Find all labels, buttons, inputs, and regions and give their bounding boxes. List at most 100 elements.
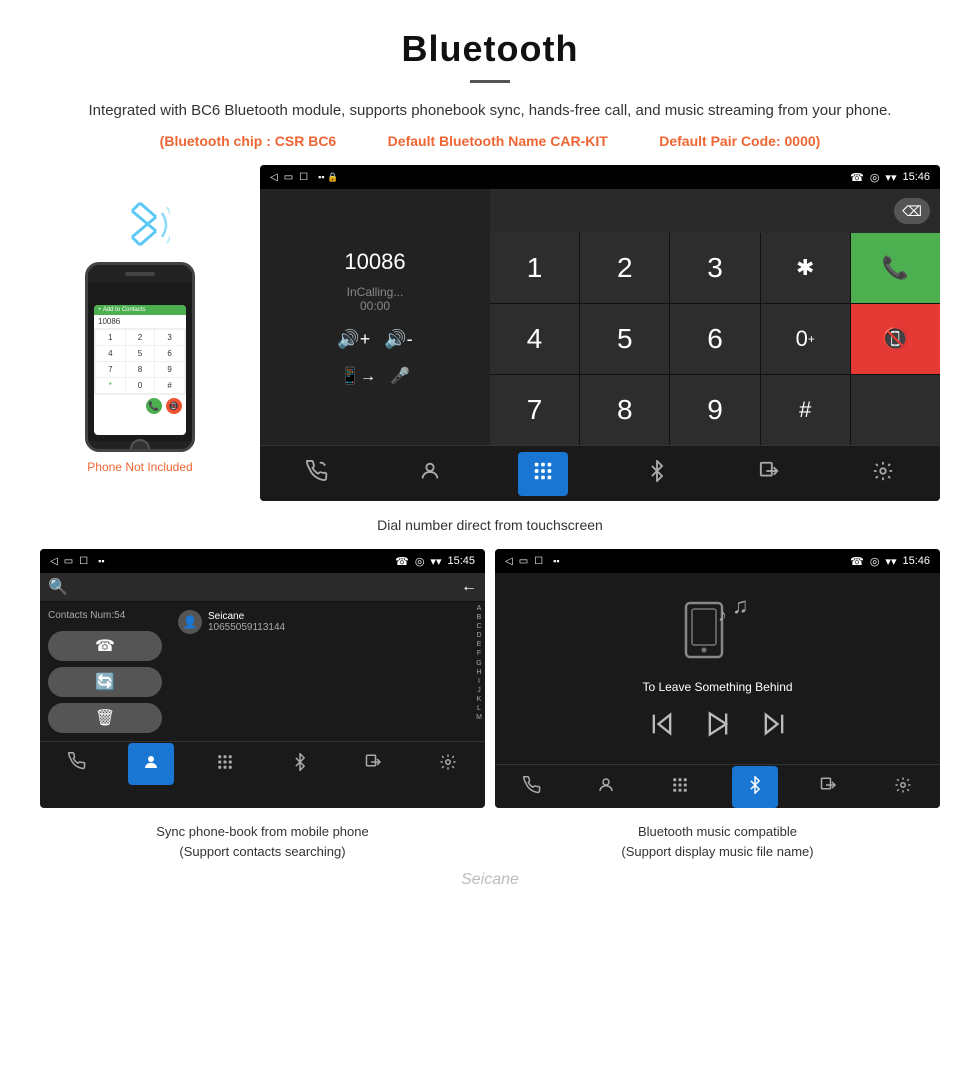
alpha-l[interactable]: L [473, 704, 485, 713]
nav-contacts[interactable] [405, 452, 455, 496]
bottom-captions: Sync phone-book from mobile phone(Suppor… [40, 816, 940, 867]
alpha-k[interactable]: K [473, 695, 485, 704]
nav-settings[interactable] [858, 452, 908, 496]
music-nav-settings[interactable] [880, 766, 926, 808]
nav-dialpad[interactable] [518, 452, 568, 496]
title-divider [470, 80, 510, 83]
pb-back: ◁ [50, 556, 58, 567]
key-9[interactable]: 9 [670, 375, 759, 445]
alpha-f[interactable]: F [473, 649, 485, 658]
music-song-title: To Leave Something Behind [642, 680, 792, 694]
pb-left-actions: Contacts Num:54 ☎ 🔄 🗑 [40, 602, 170, 741]
alpha-h[interactable]: H [473, 668, 485, 677]
pb-sync-btn[interactable]: 🔄 [48, 667, 162, 697]
search-icon: 🔍 [48, 577, 68, 597]
phone-mockup-screen: + Add to Contacts 10086 123 456 789 *0# … [94, 305, 186, 435]
pb-home: ▭ [64, 556, 73, 567]
key-0plus[interactable]: 0+ [761, 304, 850, 374]
phonebook-caption: Sync phone-book from mobile phone(Suppor… [40, 816, 485, 867]
music-nav-transfer[interactable] [806, 766, 852, 808]
nav-transfer[interactable] [745, 452, 795, 496]
music-caption: Bluetooth music compatible(Support displ… [495, 816, 940, 867]
pb-loc-icon: ◎ [415, 555, 425, 568]
bt-name: Default Bluetooth Name CAR-KIT [388, 133, 608, 149]
music-screen: ◁ ▭ ☐ ▪▪ ☎ ◎ ▾▾ 15:46 [495, 549, 940, 808]
pb-nav-call[interactable] [54, 744, 100, 783]
alpha-c[interactable]: C [473, 622, 485, 631]
key-4[interactable]: 4 [490, 304, 579, 374]
key-hash[interactable]: # [761, 375, 850, 445]
location-icon: ◎ [870, 171, 880, 184]
alpha-a[interactable]: A [473, 604, 485, 613]
contact-avatar: 👤 [178, 610, 202, 634]
backspace-button[interactable]: ⌫ [894, 198, 930, 224]
phone-transfer-btn[interactable]: 📱→ [340, 366, 376, 386]
music-wifi-icon: ▾▾ [885, 555, 896, 568]
recents-icon: ☐ [299, 172, 308, 183]
phone-not-included-label: Phone Not Included [87, 460, 192, 474]
alpha-b[interactable]: B [473, 613, 485, 622]
pb-nav-dialpad[interactable] [202, 743, 248, 785]
alpha-e[interactable]: E [473, 640, 485, 649]
pb-delete-btn[interactable]: 🗑 [48, 703, 162, 733]
key-8[interactable]: 8 [580, 375, 669, 445]
contact-number: 10655059113144 [208, 622, 285, 633]
pb-nav-bar [40, 741, 485, 785]
call-end-btn[interactable]: 📵 [851, 304, 940, 374]
key-star[interactable]: ✱ [761, 233, 850, 303]
pb-search-input[interactable] [76, 580, 453, 594]
music-nav-dialpad[interactable] [657, 766, 703, 808]
prev-btn[interactable] [648, 710, 676, 744]
pb-status-bar: ◁ ▭ ☐ ▪▪ ☎ ◎ ▾▾ 15:45 [40, 549, 485, 573]
specs-line: (Bluetooth chip : CSR BC6 Default Blueto… [60, 133, 920, 149]
call-timer: 00:00 [347, 299, 404, 313]
wifi-icon: ▾▾ [885, 171, 896, 184]
alpha-m[interactable]: M [473, 713, 485, 722]
music-nav-call[interactable] [509, 766, 555, 808]
bottom-nav-bar [260, 445, 940, 501]
music-recents: ☐ [534, 556, 543, 567]
nav-bluetooth[interactable] [632, 452, 682, 496]
music-nav-bluetooth-active[interactable] [732, 766, 778, 808]
music-nav-contacts[interactable] [583, 766, 629, 808]
main-android-screen: ◁ ▭ ☐ ▪▪ 🔒 ☎ ◎ ▾▾ 15:46 10086 [260, 165, 940, 501]
watermark: Seicane [461, 867, 519, 899]
key-6[interactable]: 6 [670, 304, 759, 374]
alpha-g[interactable]: G [473, 659, 485, 668]
pb-nav-bluetooth[interactable] [277, 743, 323, 785]
alpha-i[interactable]: I [473, 677, 485, 686]
alpha-d[interactable]: D [473, 631, 485, 640]
key-1[interactable]: 1 [490, 233, 579, 303]
dial-caption: Dial number direct from touchscreen [377, 509, 603, 549]
next-btn[interactable] [760, 710, 788, 744]
music-call-icon: ☎ [850, 555, 864, 568]
pb-nav-settings[interactable] [425, 743, 471, 785]
pb-time: 15:45 [447, 555, 475, 567]
pb-nav-contacts-active[interactable] [128, 743, 174, 785]
status-bar-right: ☎ ◎ ▾▾ 15:46 [850, 171, 930, 184]
music-home: ▭ [519, 556, 528, 567]
pb-nav-transfer[interactable] [351, 743, 397, 785]
key-7[interactable]: 7 [490, 375, 579, 445]
play-pause-btn[interactable] [704, 710, 732, 744]
call-accept-btn[interactable]: 📞 [851, 233, 940, 303]
dialer-container: 10086 InCalling... 00:00 🔊+ 🔊- 📱→ 🎤 [260, 189, 940, 445]
key-5[interactable]: 5 [580, 304, 669, 374]
contact-name: Seicane [208, 611, 285, 622]
music-status-bar: ◁ ▭ ☐ ▪▪ ☎ ◎ ▾▾ 15:46 [495, 549, 940, 573]
header-description: Integrated with BC6 Bluetooth module, su… [60, 99, 920, 123]
volume-up-btn[interactable]: 🔊+ [337, 329, 370, 350]
nav-call[interactable] [292, 452, 342, 496]
key-2[interactable]: 2 [580, 233, 669, 303]
pb-back-icon[interactable]: ← [461, 578, 477, 596]
dialer-extra-controls: 📱→ 🎤 [340, 366, 410, 386]
dialer-left-panel: 10086 InCalling... 00:00 🔊+ 🔊- 📱→ 🎤 [260, 189, 490, 445]
volume-down-btn[interactable]: 🔊- [384, 329, 412, 350]
mic-btn[interactable]: 🎤 [390, 366, 410, 386]
bt-chip: (Bluetooth chip : CSR BC6 [160, 133, 337, 149]
key-3[interactable]: 3 [670, 233, 759, 303]
music-nav-bar [495, 764, 940, 808]
alpha-j[interactable]: J [473, 686, 485, 695]
pb-call-btn[interactable]: ☎ [48, 631, 162, 661]
pb-notif: ▪▪ [98, 556, 104, 566]
